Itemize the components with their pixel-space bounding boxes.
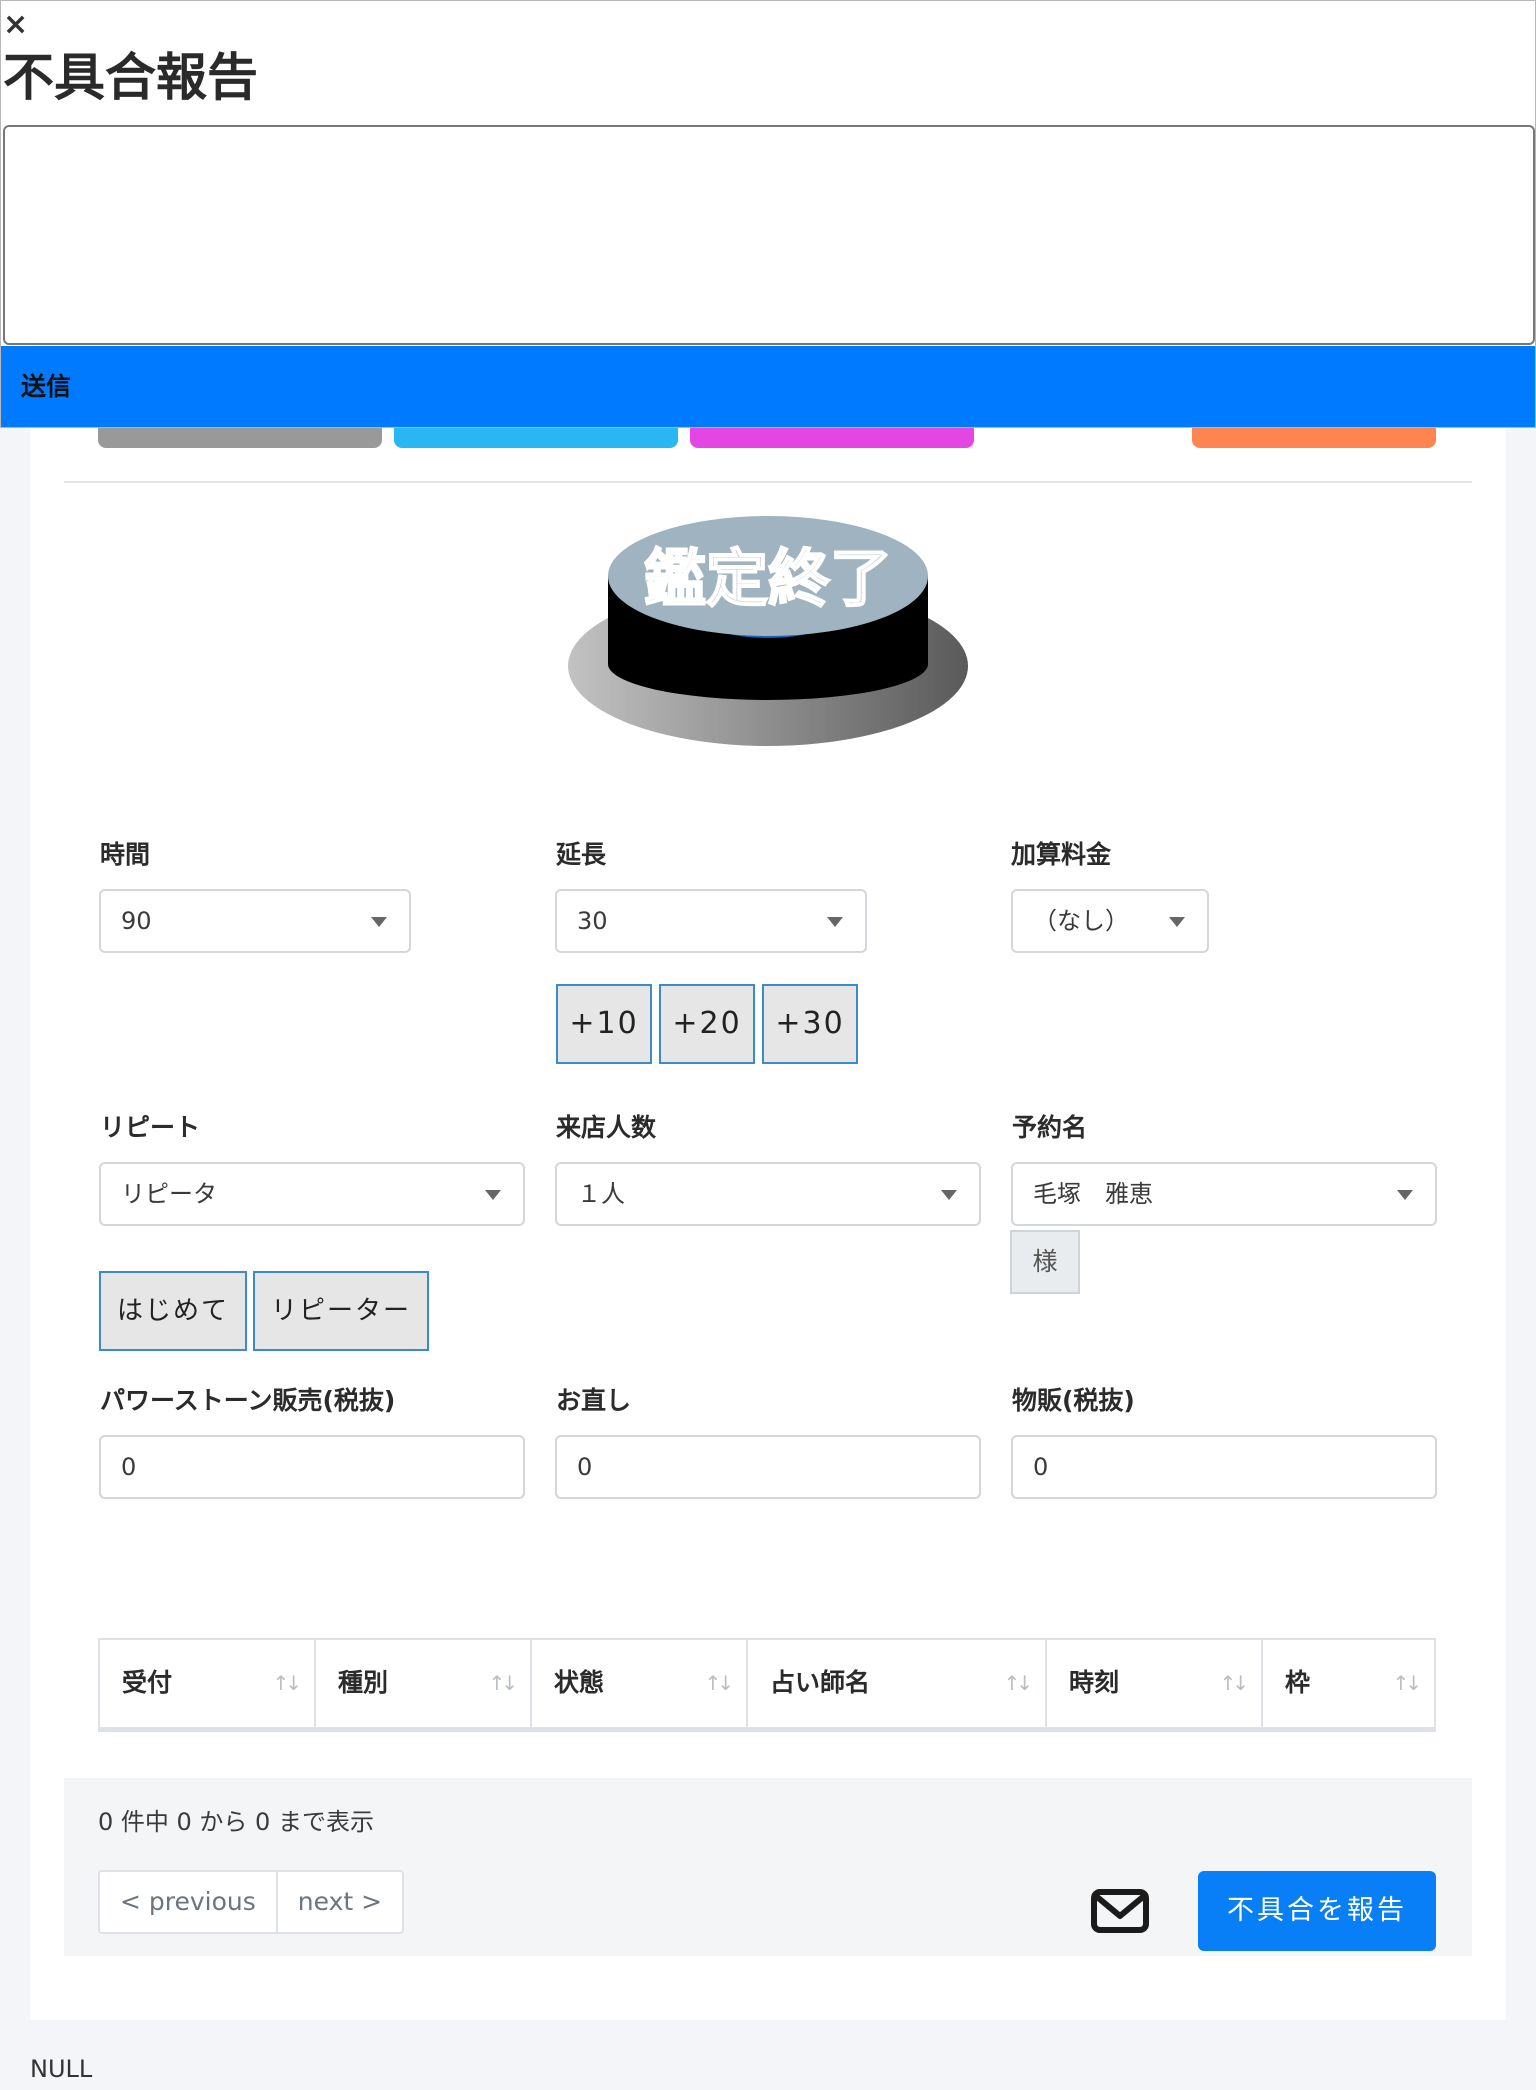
goods-label: 物販(税抜) [1012, 1386, 1135, 1415]
column-header-label: 状態 [554, 1668, 605, 1697]
previous-page-button[interactable]: < previous [100, 1872, 276, 1932]
reservation-name-label: 予約名 [1012, 1113, 1088, 1142]
chevron-down-icon [827, 917, 843, 927]
main-card [30, 200, 1506, 2020]
column-header-time[interactable]: 時刻 ↑↓ [1047, 1640, 1263, 1727]
column-header-label: 種別 [338, 1668, 389, 1697]
first-time-button[interactable]: はじめて [99, 1271, 247, 1351]
reception-table: 受付 ↑↓ 種別 ↑↓ 状態 ↑↓ 占い師名 ↑↓ 時刻 ↑↓ 枠 ↑↓ [98, 1638, 1436, 1732]
time-label: 時間 [100, 840, 151, 869]
extension-select[interactable]: 30 [555, 889, 867, 953]
chevron-down-icon [371, 917, 387, 927]
column-header-slot[interactable]: 枠 ↑↓ [1263, 1640, 1434, 1727]
column-header-type[interactable]: 種別 ↑↓ [316, 1640, 532, 1727]
extend-10-button[interactable]: +10 [556, 984, 652, 1064]
time-select-value: 90 [121, 907, 152, 935]
repeat-label: リピート [100, 1113, 201, 1142]
extra-fee-select-value: （なし） [1033, 907, 1129, 935]
column-header-label: 時刻 [1069, 1668, 1120, 1697]
report-textarea[interactable] [3, 125, 1535, 345]
null-text: NULL [30, 2055, 93, 2083]
time-select[interactable]: 90 [99, 889, 411, 953]
repeater-button[interactable]: リピーター [253, 1271, 429, 1351]
envelope-icon[interactable] [1090, 1888, 1150, 1934]
powerstone-label: パワーストーン販売(税抜) [100, 1386, 396, 1415]
sort-arrows-icon: ↑↓ [1003, 1671, 1032, 1695]
next-page-button[interactable]: next > [275, 1872, 402, 1932]
extend-30-button[interactable]: +30 [762, 984, 858, 1064]
honorific-suffix: 様 [1010, 1230, 1080, 1294]
extra-fee-select[interactable]: （なし） [1011, 889, 1209, 953]
reservation-name-select-value: 毛塚 雅恵 [1033, 1180, 1153, 1208]
modal-title: 不具合報告 [3, 49, 259, 108]
sort-arrows-icon: ↑↓ [272, 1671, 301, 1695]
visitors-label: 来店人数 [556, 1113, 657, 1142]
bug-report-modal: × 不具合報告 送信 [0, 0, 1536, 428]
repeat-select-value: リピータ [121, 1180, 217, 1208]
column-header-fortune-teller[interactable]: 占い師名 ↑↓ [748, 1640, 1047, 1727]
pagination: < previous next > [98, 1870, 405, 1934]
extension-label: 延長 [556, 840, 607, 869]
repair-label: お直し [556, 1386, 632, 1415]
end-session-button[interactable]: 鑑定終了 [566, 508, 970, 748]
visitors-select[interactable]: １人 [555, 1162, 981, 1226]
column-header-label: 受付 [122, 1668, 173, 1697]
sort-arrows-icon: ↑↓ [704, 1671, 733, 1695]
chevron-down-icon [485, 1190, 501, 1200]
chevron-down-icon [1169, 917, 1185, 927]
report-bug-button[interactable]: 不具合を報告 [1198, 1871, 1436, 1951]
close-icon[interactable]: × [3, 7, 28, 43]
end-session-label: 鑑定終了 [644, 542, 892, 615]
repeat-select[interactable]: リピータ [99, 1162, 525, 1226]
column-header-reception[interactable]: 受付 ↑↓ [100, 1640, 316, 1727]
send-button[interactable]: 送信 [1, 346, 1535, 427]
powerstone-input[interactable] [99, 1435, 525, 1499]
sort-arrows-icon: ↑↓ [1219, 1671, 1248, 1695]
chevron-down-icon [1397, 1190, 1413, 1200]
extra-fee-label: 加算料金 [1011, 840, 1112, 869]
divider [64, 481, 1472, 483]
column-header-label: 枠 [1285, 1668, 1311, 1697]
extend-20-button[interactable]: +20 [659, 984, 755, 1064]
chevron-down-icon [941, 1190, 957, 1200]
visitors-select-value: １人 [577, 1180, 625, 1208]
extension-select-value: 30 [577, 907, 608, 935]
sort-arrows-icon: ↑↓ [488, 1671, 517, 1695]
column-header-label: 占い師名 [770, 1668, 871, 1697]
repair-input[interactable] [555, 1435, 981, 1499]
column-header-status[interactable]: 状態 ↑↓ [532, 1640, 748, 1727]
reservation-name-select[interactable]: 毛塚 雅恵 [1011, 1162, 1437, 1226]
sort-arrows-icon: ↑↓ [1392, 1671, 1421, 1695]
table-info: 0 件中 0 から 0 まで表示 [98, 1808, 374, 1836]
goods-input[interactable] [1011, 1435, 1437, 1499]
